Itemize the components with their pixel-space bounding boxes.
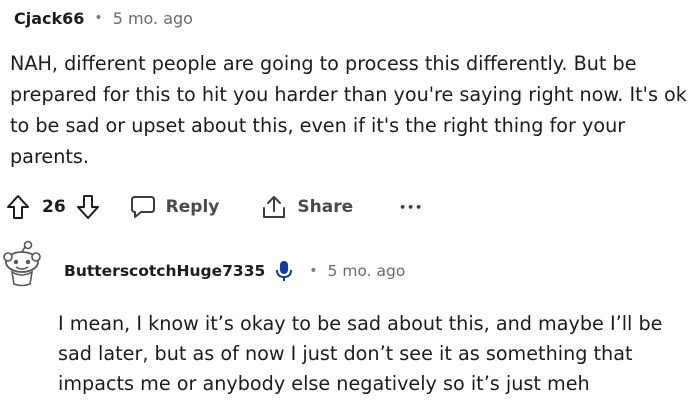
more-options-button[interactable]: ••• [399,201,423,214]
comment-author[interactable]: ButterscotchHuge7335 [64,262,265,280]
upvote-button[interactable] [6,194,30,220]
comment-timestamp[interactable]: 5 mo. ago [113,9,193,28]
microphone-icon [275,260,293,282]
reply-label: Reply [165,197,220,217]
share-button[interactable]: Share [261,194,353,220]
snoo-avatar-icon [3,240,41,287]
comment-timestamp[interactable]: 5 mo. ago [328,262,406,280]
downvote-arrow-icon [76,195,99,219]
share-label: Share [297,197,354,217]
speech-bubble-icon [130,196,155,218]
upvote-arrow-icon [7,195,29,219]
comment-author[interactable]: Cjack66 [14,9,84,28]
meta-separator: • [309,263,318,279]
reply-button[interactable]: Reply [130,195,220,219]
avatar[interactable] [0,238,44,288]
comment-header: Cjack66 • 5 mo. ago [14,6,193,30]
comment-thread: Cjack66 • 5 mo. ago NAH, different peopl… [0,0,700,408]
downvote-button[interactable] [76,194,100,220]
share-icon [263,196,286,218]
more-options-icon: ••• [399,200,424,214]
comment-header: ButterscotchHuge7335 • 5 mo. ago [64,258,405,284]
comment-action-bar: 26 Reply Share ••• [6,190,423,224]
vote-count: 26 [42,197,66,217]
meta-separator: • [94,10,103,26]
comment-body: I mean, I know it’s okay to be sad about… [58,312,663,395]
comment-body: NAH, different people are going to proce… [10,52,687,168]
